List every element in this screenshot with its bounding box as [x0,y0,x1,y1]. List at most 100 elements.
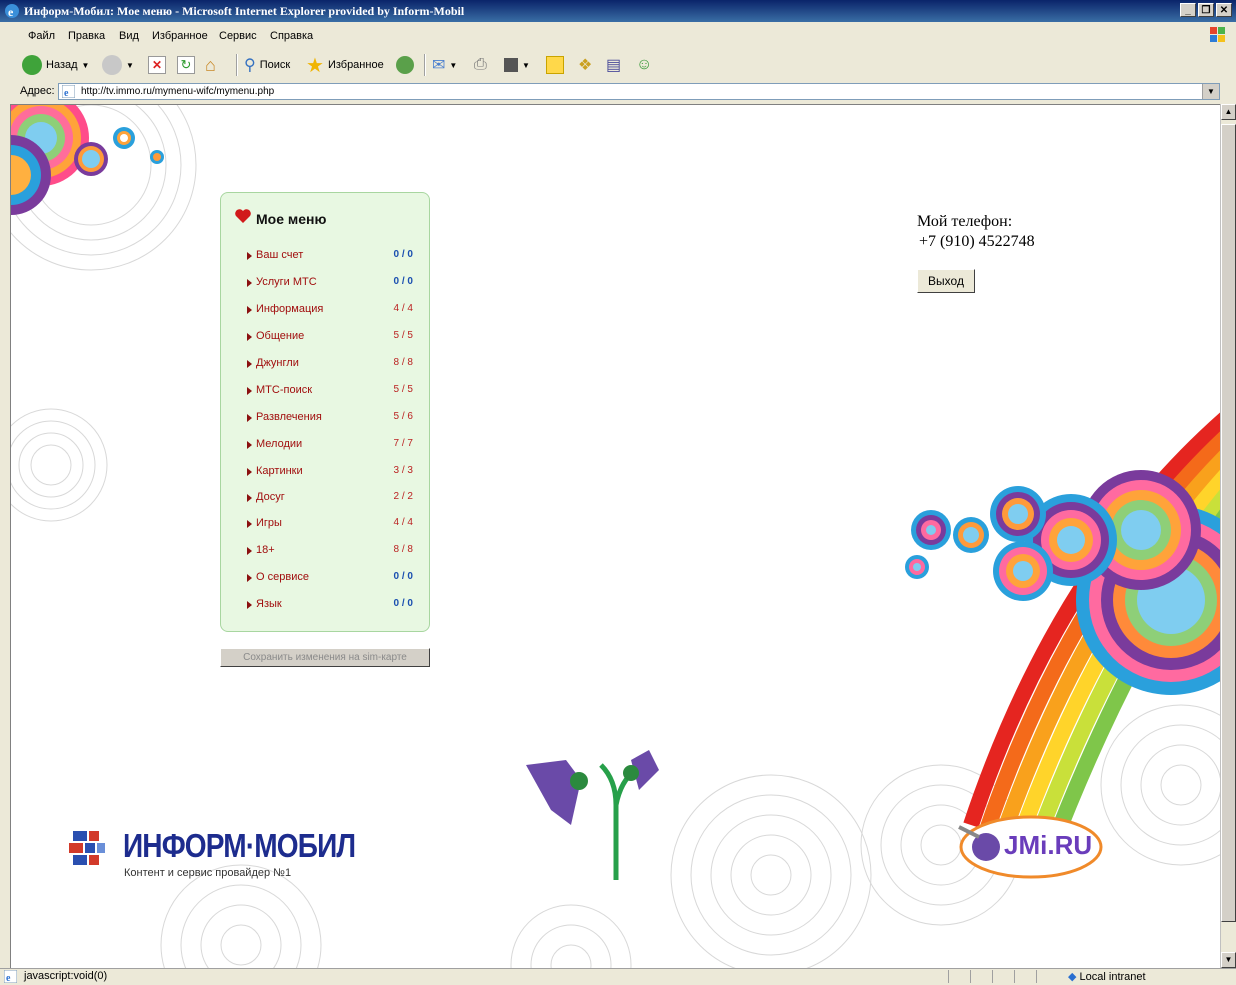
menu-item-label[interactable]: Досуг [256,491,285,503]
bullet-arrow-icon [247,494,252,502]
menu-item-label[interactable]: Ваш счет [256,249,303,261]
media-button[interactable]: ▤ [606,53,621,77]
bullet-arrow-icon [247,574,252,582]
window-title-bar[interactable]: e Информ-Мобил: Мое меню - Microsoft Int… [0,0,1236,22]
menu-item-label[interactable]: Картинки [256,465,303,477]
menu-item-count: 5 / 6 [393,411,413,422]
bullet-arrow-icon [247,360,252,368]
address-dropdown-icon[interactable]: ▼ [1202,84,1219,99]
menu-item-mts-search[interactable]: МТС-поиск 5 / 5 [247,384,413,402]
back-arrow-icon [22,55,42,75]
menu-item-count: 0 / 0 [393,598,413,609]
menu-item-games[interactable]: Игры 4 / 4 [247,517,413,535]
menu-edit[interactable]: Правка [68,30,105,42]
menu-item-communication[interactable]: Общение 5 / 5 [247,330,413,348]
scroll-up-icon[interactable]: ▲ [1221,104,1236,120]
menu-item-leisure[interactable]: Досуг 2 / 2 [247,491,413,509]
restore-button[interactable]: ❐ [1198,3,1214,17]
menu-item-label[interactable]: О сервисе [256,571,309,583]
messenger-button[interactable]: ☺ [636,53,652,77]
menu-item-count: 2 / 2 [393,491,413,502]
print-icon: ⎙ [474,56,487,73]
save-to-sim-button[interactable]: Сохранить изменения на sim-карте [220,648,430,667]
partner-logo-text[interactable]: JMi.RU [1004,830,1092,861]
menu-item-about[interactable]: О сервисе 0 / 0 [247,571,413,589]
scroll-down-icon[interactable]: ▼ [1221,952,1236,968]
print-button[interactable]: ⎙ [474,53,487,77]
favorites-label: Избранное [327,59,384,71]
my-menu-panel: Мое меню Ваш счет 0 / 0 Услуги МТС 0 / 0 И… [220,192,430,632]
svg-text:e: e [8,5,14,19]
menu-bar: Файл Правка Вид Избранное Сервис Справка [0,24,1236,48]
discuss-button[interactable] [546,53,564,77]
stop-button[interactable]: ✕ [148,53,166,77]
refresh-button[interactable]: ↻ [177,53,195,77]
menu-item-label[interactable]: 18+ [256,544,275,556]
menu-item-entertainment[interactable]: Развлечения 5 / 6 [247,411,413,429]
research-button[interactable]: ❖ [578,53,592,77]
menu-item-mts-services[interactable]: Услуги МТС 0 / 0 [247,276,413,294]
menu-item-label[interactable]: Игры [256,517,282,529]
refresh-icon: ↻ [177,56,195,74]
address-input[interactable]: e http://tv.immo.ru/mymenu-wifc/mymenu.p… [58,83,1220,100]
back-button[interactable]: Назад ▼ [22,53,89,77]
ie-page-icon: e [62,85,75,98]
logout-button[interactable]: Выход [917,269,975,293]
menu-file[interactable]: Файл [28,30,55,42]
menu-item-label[interactable]: Общение [256,330,304,342]
vertical-scrollbar[interactable]: ▲ ▼ [1220,104,1236,968]
menu-item-label[interactable]: Развлечения [256,411,322,423]
menu-item-label[interactable]: Информация [256,303,323,315]
search-button[interactable]: ⚲ Поиск [244,53,290,77]
history-button[interactable] [396,53,414,77]
forward-button[interactable]: ▼ [102,53,134,77]
menu-item-adult[interactable]: 18+ 8 / 8 [247,544,413,562]
menu-item-pictures[interactable]: Картинки 3 / 3 [247,465,413,483]
phone-number: +7 (910) 4522748 [919,233,1035,250]
minimize-button[interactable]: _ [1180,3,1196,17]
menu-item-label[interactable]: Язык [256,598,282,610]
close-button[interactable]: ✕ [1216,3,1232,17]
menu-item-account[interactable]: Ваш счет 0 / 0 [247,249,413,267]
menu-item-count: 7 / 7 [393,438,413,449]
menu-help[interactable]: Справка [270,30,313,42]
bullet-arrow-icon [247,601,252,609]
menu-item-count: 0 / 0 [393,276,413,287]
star-icon: ★ [306,54,324,77]
menu-tools[interactable]: Сервис [219,30,257,42]
menu-title: Мое меню [256,211,327,227]
favorites-button[interactable]: ★ Избранное [306,53,384,77]
menu-item-count: 5 / 5 [393,330,413,341]
heart-icon [235,209,251,223]
mail-button[interactable]: ✉ ▼ [432,53,457,77]
menu-item-count: 0 / 0 [393,249,413,260]
menu-item-label[interactable]: Джунгли [256,357,299,369]
home-button[interactable]: ⌂ [205,53,216,77]
brand-name: ИНФОРМ·МОБИЛ [123,827,356,864]
menu-item-label[interactable]: МТС-поиск [256,384,312,396]
address-label: Адрес: [20,85,55,97]
menu-item-count: 3 / 3 [393,465,413,476]
menu-view[interactable]: Вид [119,30,139,42]
bullet-arrow-icon [247,520,252,528]
menu-item-label[interactable]: Мелодии [256,438,302,450]
standard-toolbar: Назад ▼ ▼ ✕ ↻ ⌂ ⚲ Поиск ★ Избранное ✉ ▼ … [0,50,1236,80]
menu-item-count: 8 / 8 [393,544,413,555]
scroll-thumb[interactable] [1221,124,1236,922]
menu-favorites[interactable]: Избранное [152,30,208,42]
ie-browser-icon: e [5,4,19,19]
edit-button[interactable]: ▼ [504,53,530,77]
menu-item-jungle[interactable]: Джунгли 8 / 8 [247,357,413,375]
dropdown-arrow-icon: ▼ [522,60,530,70]
menu-item-melodies[interactable]: Мелодии 7 / 7 [247,438,413,456]
bullet-arrow-icon [247,387,252,395]
menu-item-language[interactable]: Язык 0 / 0 [247,598,413,616]
menu-item-information[interactable]: Информация 4 / 4 [247,303,413,321]
brand-tagline: Контент и сервис провайдер №1 [124,867,292,879]
menu-item-label[interactable]: Услуги МТС [256,276,317,288]
mail-icon: ✉ [432,57,446,74]
address-bar: Адрес: e http://tv.immo.ru/mymenu-wifc/m… [0,81,1236,103]
windows-logo-icon [1210,27,1225,42]
bullet-arrow-icon [247,468,252,476]
menu-item-count: 4 / 4 [393,303,413,314]
